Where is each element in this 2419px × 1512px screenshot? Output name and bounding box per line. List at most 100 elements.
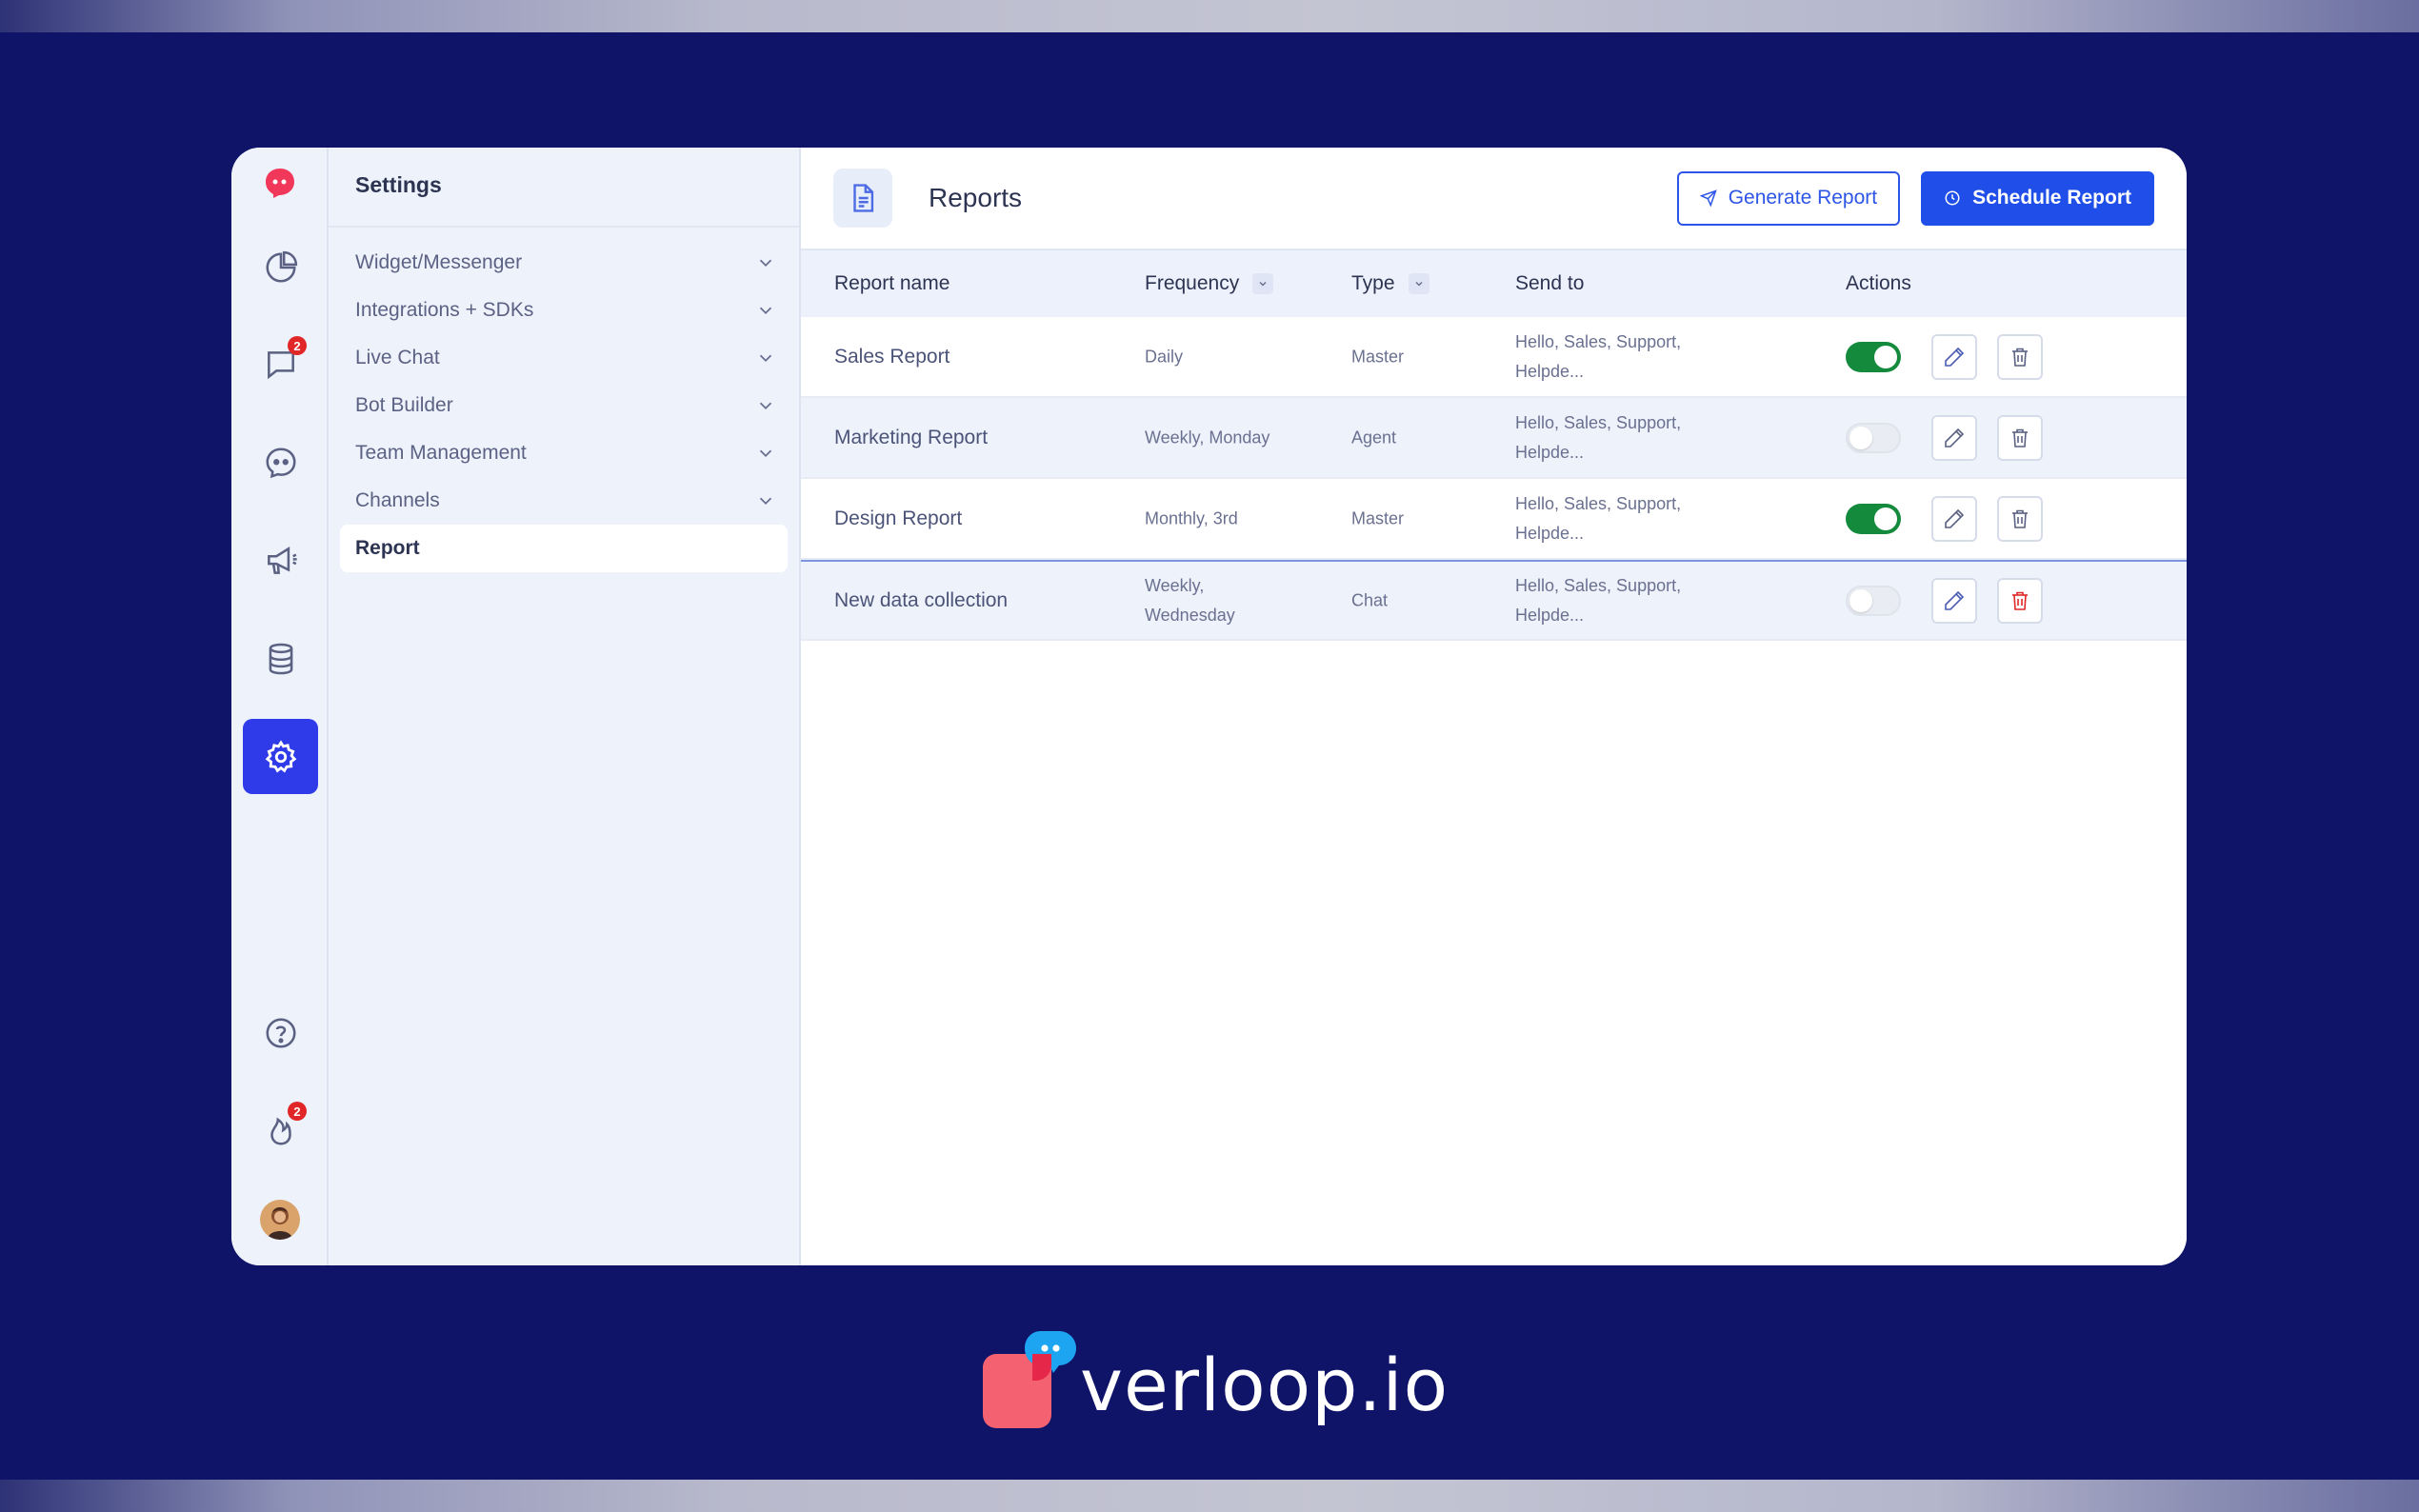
- pencil-icon: [1945, 428, 1965, 448]
- brand-wordmark: verloop.io: [1080, 1343, 1449, 1427]
- chevron-down-icon: [759, 497, 772, 506]
- settings-item-channels[interactable]: Channels: [340, 477, 788, 525]
- notifications-badge: 2: [288, 1102, 307, 1121]
- column-header-send-to: Send to: [1515, 272, 1584, 295]
- database-icon[interactable]: [243, 621, 318, 696]
- settings-gear-icon[interactable]: [243, 719, 318, 794]
- brand-footer: verloop.io: [981, 1329, 1448, 1434]
- verloop-logo-icon[interactable]: [264, 167, 296, 199]
- conversations-icon[interactable]: 2: [243, 327, 318, 402]
- settings-item-team-management[interactable]: Team Management: [340, 429, 788, 477]
- bottom-backdrop-strip: [0, 1480, 2419, 1512]
- toggle-knob: [1849, 588, 1872, 612]
- header-actions: Generate Report Schedule Report: [1676, 170, 2154, 226]
- column-label: Actions: [1846, 272, 1911, 294]
- page-title: Reports: [929, 183, 1023, 212]
- table-row[interactable]: New data collection Weekly, Wednesday Ch…: [801, 560, 2187, 641]
- trash-icon: [2012, 591, 2028, 610]
- edit-report-button[interactable]: [1931, 577, 1977, 624]
- settings-menu: Widget/Messenger Integrations + SDKs Liv…: [340, 228, 788, 572]
- top-backdrop-strip: [0, 0, 2419, 32]
- report-frequency: Monthly, 3rd: [1145, 508, 1238, 527]
- settings-item-label: Channels: [355, 489, 440, 511]
- settings-item-label: Bot Builder: [355, 394, 453, 416]
- delete-report-button[interactable]: [1997, 414, 2043, 461]
- settings-item-live-chat[interactable]: Live Chat: [340, 334, 788, 382]
- notifications-flame-icon[interactable]: 2: [243, 1092, 318, 1167]
- pencil-icon: [1945, 347, 1965, 367]
- column-header-frequency[interactable]: Frequency: [1145, 272, 1274, 295]
- column-label: Report name: [834, 272, 950, 294]
- generate-report-button[interactable]: Generate Report: [1676, 170, 1901, 226]
- column-header-type[interactable]: Type: [1351, 272, 1429, 295]
- report-frequency: Weekly, Wednesday: [1145, 575, 1235, 625]
- trash-icon: [2012, 428, 2028, 448]
- report-frequency: Daily: [1145, 347, 1184, 366]
- settings-item-report[interactable]: Report: [340, 525, 788, 572]
- toggle-knob: [1874, 507, 1897, 530]
- table-row[interactable]: Sales Report Daily Master Hello, Sales, …: [801, 317, 2187, 398]
- clock-icon: [1945, 190, 1960, 206]
- report-name: Design Report: [834, 507, 963, 529]
- report-enabled-toggle[interactable]: [1846, 422, 1901, 453]
- report-send-to: Hello, Sales, Support, Helpde...: [1515, 575, 1682, 625]
- pencil-icon: [1945, 508, 1965, 528]
- delete-report-button[interactable]: [1997, 495, 2043, 542]
- chevron-down-icon: [759, 307, 772, 315]
- settings-item-label: Live Chat: [355, 347, 440, 368]
- table-row[interactable]: Marketing Report Weekly, Monday Agent He…: [801, 398, 2187, 479]
- report-enabled-toggle[interactable]: [1846, 503, 1901, 534]
- table-row[interactable]: Design Report Monthly, 3rd Master Hello,…: [801, 479, 2187, 560]
- column-label: Type: [1351, 272, 1395, 294]
- report-enabled-toggle[interactable]: [1846, 585, 1901, 616]
- report-name: New data collection: [834, 588, 1009, 611]
- analytics-icon[interactable]: [243, 229, 318, 305]
- settings-item-bot-builder[interactable]: Bot Builder: [340, 382, 788, 429]
- icon-rail: 2 2: [231, 148, 329, 1265]
- chevron-down-icon[interactable]: [1252, 273, 1274, 294]
- report-frequency: Weekly, Monday: [1145, 428, 1270, 447]
- toggle-knob: [1849, 426, 1872, 449]
- report-send-to: Hello, Sales, Support, Helpde...: [1515, 493, 1682, 543]
- report-send-to: Hello, Sales, Support, Helpde...: [1515, 412, 1682, 462]
- send-icon: [1699, 189, 1717, 207]
- settings-item-label: Widget/Messenger: [355, 251, 523, 273]
- report-type: Chat: [1351, 590, 1389, 609]
- campaigns-megaphone-icon[interactable]: [243, 523, 318, 598]
- reports-header: Reports Generate Report Schedule Report: [801, 148, 2187, 250]
- settings-item-integrations-sdks[interactable]: Integrations + SDKs: [340, 287, 788, 334]
- report-send-to: Hello, Sales, Support, Helpde...: [1515, 331, 1682, 381]
- report-type: Master: [1351, 347, 1405, 366]
- column-header-report-name: Report name: [834, 272, 950, 295]
- column-label: Frequency: [1145, 272, 1240, 294]
- delete-report-button[interactable]: [1997, 333, 2043, 380]
- report-enabled-toggle[interactable]: [1846, 341, 1901, 372]
- edit-report-button[interactable]: [1931, 414, 1977, 461]
- chevron-down-icon: [759, 449, 772, 458]
- chevron-down-icon: [759, 259, 772, 268]
- report-type: Master: [1351, 508, 1405, 527]
- toggle-knob: [1874, 345, 1897, 368]
- bot-chat-icon[interactable]: [243, 425, 318, 500]
- chevron-down-icon: [759, 354, 772, 363]
- document-icon: [833, 169, 892, 228]
- settings-item-widget-messenger[interactable]: Widget/Messenger: [340, 239, 788, 287]
- settings-item-label: Integrations + SDKs: [355, 299, 534, 321]
- settings-item-label: Team Management: [355, 442, 527, 464]
- help-icon[interactable]: [243, 995, 318, 1070]
- schedule-report-label: Schedule Report: [1972, 187, 2131, 209]
- report-name: Marketing Report: [834, 426, 989, 448]
- settings-panel: Settings Widget/Messenger Integrations +…: [329, 148, 801, 1265]
- user-avatar[interactable]: [260, 1200, 300, 1240]
- report-type: Agent: [1351, 428, 1397, 447]
- schedule-report-button[interactable]: Schedule Report: [1921, 170, 2154, 226]
- delete-report-button[interactable]: [1997, 577, 2043, 624]
- reports-main: Reports Generate Report Schedule Report …: [801, 148, 2187, 1265]
- chevron-down-icon[interactable]: [1408, 273, 1429, 294]
- report-name: Sales Report: [834, 345, 950, 368]
- edit-report-button[interactable]: [1931, 495, 1977, 542]
- table-header-row: Report name Frequency Type Send to Actio…: [801, 250, 2187, 317]
- settings-item-label: Report: [355, 537, 420, 559]
- edit-report-button[interactable]: [1931, 333, 1977, 380]
- trash-icon: [2012, 348, 2028, 367]
